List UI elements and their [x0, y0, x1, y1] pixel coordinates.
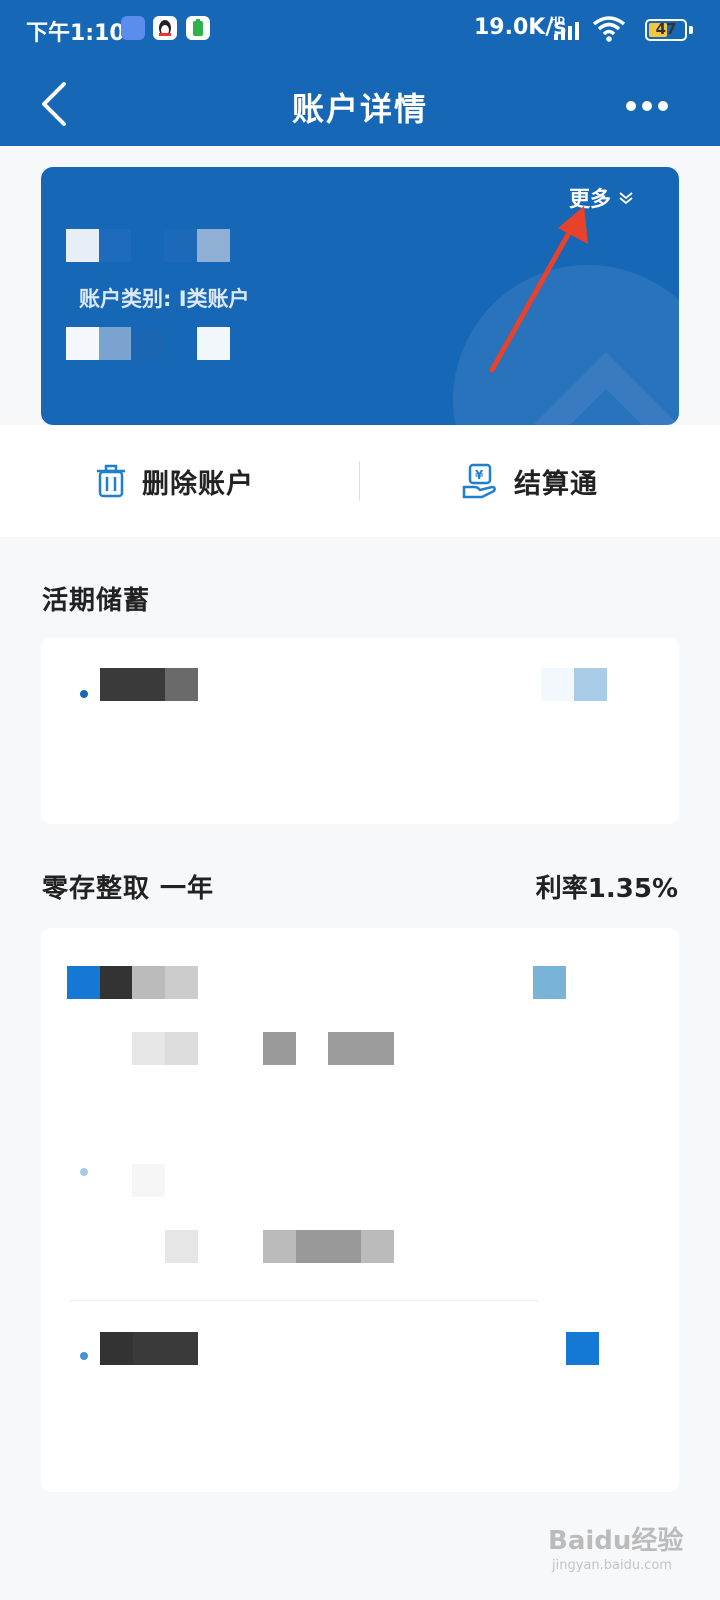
installment-panel[interactable] [41, 928, 679, 1492]
hd-signal-icon: HD [550, 16, 579, 40]
demand-savings-panel[interactable] [41, 638, 679, 824]
annotation-arrow [489, 206, 588, 373]
list-bullet [80, 1352, 88, 1360]
account-actions: 删除账户 ¥ 结算通 [0, 425, 720, 537]
redacted-value [566, 1332, 599, 1365]
interest-rate: 利率1.35% [535, 874, 678, 904]
demand-section-title: 活期储蓄 [42, 586, 151, 616]
redacted-text [100, 1332, 198, 1365]
app-notification-icon [121, 16, 145, 40]
row-divider [69, 1300, 539, 1301]
list-bullet [80, 690, 88, 698]
redacted-value [533, 966, 566, 999]
battery-tip [689, 26, 693, 34]
hand-yuan-icon: ¥ [462, 463, 496, 499]
account-type: 账户类别: I类账户 [79, 287, 250, 311]
installment-section-title: 零存整取 一年 [42, 874, 215, 904]
delete-account-button[interactable]: 删除账户 [96, 425, 254, 537]
redacted-text [100, 668, 198, 701]
account-name-redacted [66, 229, 230, 262]
svg-text:¥: ¥ [475, 468, 484, 482]
battery-app-icon [186, 16, 210, 40]
baidu-watermark: Baidu经验 [548, 1526, 684, 1556]
status-bar: 下午1:10 19.0K/s HD 47 [0, 0, 720, 60]
actions-divider [359, 461, 360, 501]
redacted-text [132, 1164, 165, 1197]
chevron-down-icon [619, 192, 633, 205]
redacted-detail [132, 1032, 394, 1065]
svg-text:HD: HD [550, 16, 565, 26]
battery-level: 47 [655, 20, 677, 38]
redacted-text [67, 966, 198, 999]
app-header: 下午1:10 19.0K/s HD 47 账户详情 [0, 0, 720, 146]
redacted-value [541, 668, 607, 701]
watermark-url: jingyan.baidu.com [552, 1558, 672, 1573]
settlement-button[interactable]: ¥ 结算通 [462, 425, 598, 537]
status-time: 下午1:10 [26, 21, 125, 46]
settlement-label: 结算通 [514, 468, 598, 500]
trash-icon [97, 464, 125, 498]
wifi-icon [592, 16, 626, 42]
redacted-detail [165, 1230, 394, 1263]
delete-account-label: 删除账户 [142, 468, 254, 500]
battery-icon: 47 [645, 19, 687, 41]
qq-icon [153, 16, 177, 40]
account-number-redacted [66, 327, 230, 360]
more-dots-icon[interactable] [624, 96, 670, 116]
page-title: 账户详情 [291, 90, 428, 128]
list-bullet [80, 1168, 88, 1176]
